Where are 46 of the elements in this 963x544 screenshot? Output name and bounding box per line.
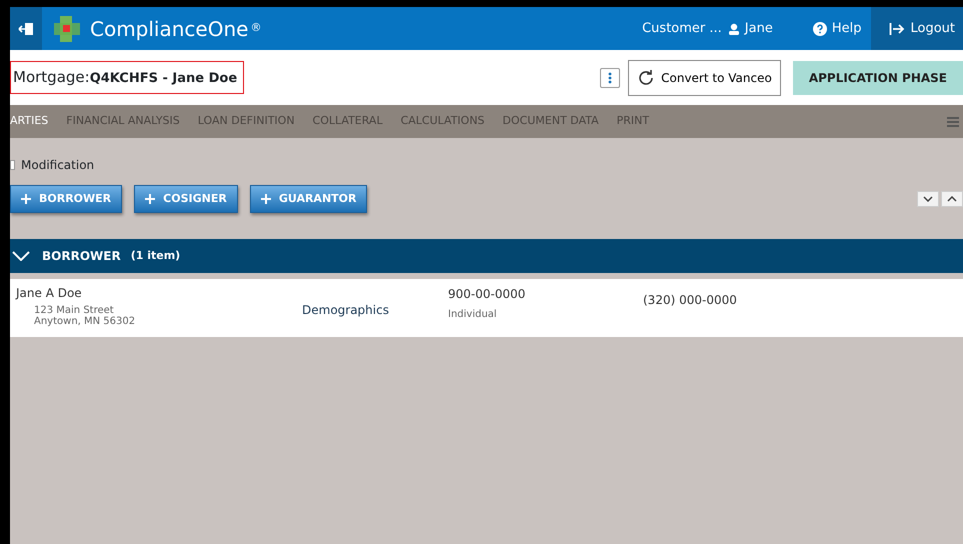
plus-icon	[21, 194, 31, 204]
city-state-zip: Anytown, MN 56302	[34, 316, 136, 328]
more-options-icon[interactable]	[600, 68, 620, 88]
modification-checkbox[interactable]	[10, 160, 15, 170]
demographics-link[interactable]: Demographics	[302, 303, 389, 317]
plus-icon	[260, 194, 271, 204]
phone-number: (320) 000-0000	[643, 292, 737, 309]
add-party-button[interactable]: GUARANTOR	[250, 185, 368, 213]
chevron-up-icon	[947, 196, 957, 202]
trademark-symbol: ®	[250, 20, 262, 36]
modification-label: Modification	[21, 157, 94, 174]
party-type: Individual	[448, 308, 498, 322]
add-party-button[interactable]: BORROWER	[10, 185, 122, 213]
collapse-all-button[interactable]	[917, 191, 939, 207]
expand-all-button[interactable]	[941, 191, 963, 207]
refresh-icon	[637, 68, 656, 86]
exit-button[interactable]	[10, 7, 42, 50]
tab[interactable]: COLLATERAL	[304, 113, 392, 130]
help-link[interactable]: Help	[802, 7, 872, 50]
convert-button[interactable]: Convert to Vanceo	[628, 60, 781, 96]
phase-button[interactable]: APPLICATION PHASE	[792, 60, 963, 94]
chevron-icon[interactable]	[12, 251, 30, 261]
tab[interactable]: CALCULATIONS	[392, 113, 494, 130]
record-title: Mortgage:Q4KCHFS - Jane Doe	[10, 61, 244, 94]
section-title: BORROWER	[42, 248, 121, 265]
exit-icon	[18, 22, 34, 36]
tab[interactable]: PRINT	[608, 113, 658, 130]
item-count: (1 item)	[130, 248, 180, 264]
tab[interactable]: LOAN DEFINITION	[188, 113, 304, 130]
tab[interactable]: FINANCIAL ANALYSIS	[57, 113, 189, 130]
ssn-text: 900-00-0000	[448, 286, 526, 303]
tab[interactable]: DOCUMENT DATA	[494, 113, 608, 130]
customer-label: Customer ...	[642, 20, 722, 38]
logout-icon	[889, 22, 906, 36]
add-party-button[interactable]: COSIGNER	[134, 185, 238, 213]
logout-button[interactable]: Logout	[871, 7, 963, 50]
user-menu[interactable]: Jane	[722, 7, 803, 50]
plus-icon	[145, 194, 156, 204]
borrower-name: Jane A Doe	[16, 287, 83, 301]
tab[interactable]: ARTIES	[10, 113, 58, 130]
app-name: ComplianceOne	[90, 16, 248, 42]
help-icon	[812, 22, 827, 36]
user-icon	[728, 22, 740, 34]
chevron-down-icon	[923, 196, 933, 202]
logo-icon	[52, 14, 82, 44]
street-address: 123 Main Street	[34, 304, 115, 316]
